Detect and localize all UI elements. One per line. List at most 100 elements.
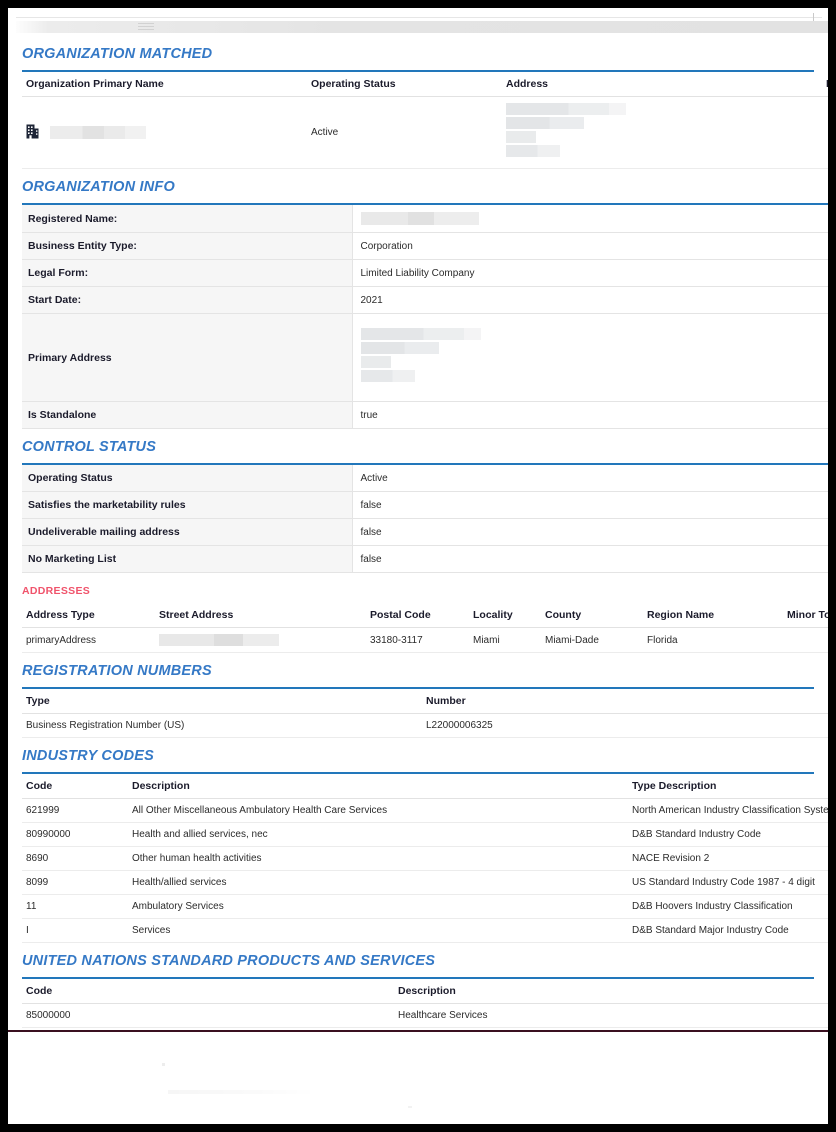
addresses-table: Address Type Street Address Postal Code …: [22, 603, 828, 653]
label-satisfies-marketability-rules: Satisfies the marketability rules: [22, 492, 352, 519]
label-registered-name: Registered Name:: [22, 204, 352, 233]
value-legal-form: Limited Liability Company: [352, 260, 828, 287]
cell-code: 80990000: [22, 823, 128, 847]
redacted-street-address: [159, 634, 279, 646]
cell-address-type: primaryAddress: [22, 628, 155, 653]
cell-unspsc-code: 85000000: [22, 1004, 394, 1028]
column-header-street-address: Street Address: [155, 603, 366, 628]
subsection-title-addresses: ADDRESSES: [8, 573, 828, 603]
redacted-registered-name: [361, 212, 479, 225]
value-business-entity-type: Corporation: [352, 233, 828, 260]
cell-description: Health and allied services, nec: [128, 823, 628, 847]
label-is-standalone: Is Standalone: [22, 402, 352, 429]
cell-address: [502, 97, 822, 169]
cell-code: 8099: [22, 871, 128, 895]
cell-street-address: [155, 628, 366, 653]
column-header-description: Description: [394, 979, 828, 1004]
table-row[interactable]: Business Registration Number (US) L22000…: [22, 714, 828, 738]
column-header-postal-code: Postal Code: [366, 603, 469, 628]
column-header-county: County: [541, 603, 643, 628]
column-header-type-description: Type Description: [628, 774, 828, 799]
section-title-organization-matched: ORGANIZATION MATCHED: [8, 36, 828, 70]
label-operating-status: Operating Status: [22, 464, 352, 492]
table-row[interactable]: 85000000 Healthcare Services: [22, 1004, 828, 1028]
page-artifact: [162, 1063, 165, 1066]
cell-type-description: US Standard Industry Code 1987 - 4 digit: [628, 871, 828, 895]
cell-unspsc-description: Healthcare Services: [394, 1004, 828, 1028]
cell-code: 621999: [22, 799, 128, 823]
cell-locality: Miami: [469, 628, 541, 653]
info-row-registered-name: Registered Name:: [22, 204, 828, 233]
label-business-entity-type: Business Entity Type:: [22, 233, 352, 260]
cell-type-description: D&B Standard Industry Code: [628, 823, 828, 847]
info-row-legal-form: Legal Form: Limited Liability Company: [22, 260, 828, 287]
cell-description: Health/allied services: [128, 871, 628, 895]
label-primary-address: Primary Address: [22, 314, 352, 402]
cell-type-description: NACE Revision 2: [628, 847, 828, 871]
unspsc-table: Code Description 85000000 Healthcare Ser…: [22, 979, 828, 1028]
label-undeliverable-mailing-address: Undeliverable mailing address: [22, 519, 352, 546]
cell-code: 11: [22, 895, 128, 919]
organization-matched-table: Organization Primary Name Operating Stat…: [22, 72, 828, 169]
registration-numbers-table: Type Number Business Registration Number…: [22, 689, 828, 738]
cell-minor-town: [783, 628, 828, 653]
cell-description: All Other Miscellaneous Ambulatory Healt…: [128, 799, 628, 823]
section-title-industry-codes: INDUSTRY CODES: [8, 738, 828, 772]
cell-county: Miami-Dade: [541, 628, 643, 653]
value-undeliverable-mailing-address: false: [352, 519, 828, 546]
table-header-row: Code Description Type Description: [22, 774, 828, 799]
table-row[interactable]: 8690 Other human health activities NACE …: [22, 847, 828, 871]
drag-handle-icon[interactable]: [138, 23, 154, 31]
table-row[interactable]: Active: [22, 97, 828, 169]
section-title-registration-numbers: REGISTRATION NUMBERS: [8, 653, 828, 687]
value-primary-address: [352, 314, 828, 402]
section-title-unspsc: UNITED NATIONS STANDARD PRODUCTS AND SER…: [8, 943, 828, 977]
table-row[interactable]: 11 Ambulatory Services D&B Hoovers Indus…: [22, 895, 828, 919]
redacted-organization-name: [50, 126, 146, 139]
top-toolbar-strip: [8, 8, 828, 36]
value-is-standalone: true: [352, 402, 828, 429]
table-header-row: Type Number: [22, 689, 828, 714]
table-header-row: Organization Primary Name Operating Stat…: [22, 72, 828, 97]
info-row-primary-address: Primary Address: [22, 314, 828, 402]
redacted-address: [506, 103, 626, 159]
cell-type-description: D&B Hoovers Industry Classification: [628, 895, 828, 919]
column-header-code: Code: [22, 774, 128, 799]
table-row[interactable]: 80990000 Health and allied services, nec…: [22, 823, 828, 847]
cell-code: 8690: [22, 847, 128, 871]
table-row[interactable]: 8099 Health/allied services US Standard …: [22, 871, 828, 895]
column-header-number: Number: [422, 689, 828, 714]
industry-codes-table: Code Description Type Description 621999…: [22, 774, 828, 943]
column-header-operating-status: Operating Status: [307, 72, 502, 97]
table-row[interactable]: I Services D&B Standard Major Industry C…: [22, 919, 828, 943]
column-header-description: Description: [128, 774, 628, 799]
page-whitespace: [8, 1032, 828, 1124]
column-header-code: Code: [22, 979, 394, 1004]
table-header-row: Code Description: [22, 979, 828, 1004]
cell-description: Services: [128, 919, 628, 943]
column-header-locality: Locality: [469, 603, 541, 628]
column-header-address: Address: [502, 72, 822, 97]
control-row-operating-status: Operating Status Active: [22, 464, 828, 492]
building-icon: [26, 124, 39, 142]
table-row[interactable]: 621999 All Other Miscellaneous Ambulator…: [22, 799, 828, 823]
section-title-organization-info: ORGANIZATION INFO: [8, 169, 828, 203]
value-no-marketing-list: false: [352, 546, 828, 573]
page-artifact: [408, 1106, 412, 1108]
info-row-start-date: Start Date: 2021: [22, 287, 828, 314]
cell-operating-status: Active: [307, 97, 502, 169]
label-no-marketing-list: No Marketing List: [22, 546, 352, 573]
cell-postal-code: 33180-3117: [366, 628, 469, 653]
label-legal-form: Legal Form:: [22, 260, 352, 287]
control-row-marketability: Satisfies the marketability rules false: [22, 492, 828, 519]
column-header-type: Type: [22, 689, 422, 714]
column-header-address-type: Address Type: [22, 603, 155, 628]
label-start-date: Start Date:: [22, 287, 352, 314]
value-start-date: 2021: [352, 287, 828, 314]
cell-registration-number: L22000006325: [422, 714, 828, 738]
value-registered-name: [352, 204, 828, 233]
cell-type-description: D&B Standard Major Industry Code: [628, 919, 828, 943]
section-title-control-status: CONTROL STATUS: [8, 429, 828, 463]
info-row-business-entity-type: Business Entity Type: Corporation: [22, 233, 828, 260]
table-row[interactable]: primaryAddress 33180-3117 Miami Miami-Da…: [22, 628, 828, 653]
